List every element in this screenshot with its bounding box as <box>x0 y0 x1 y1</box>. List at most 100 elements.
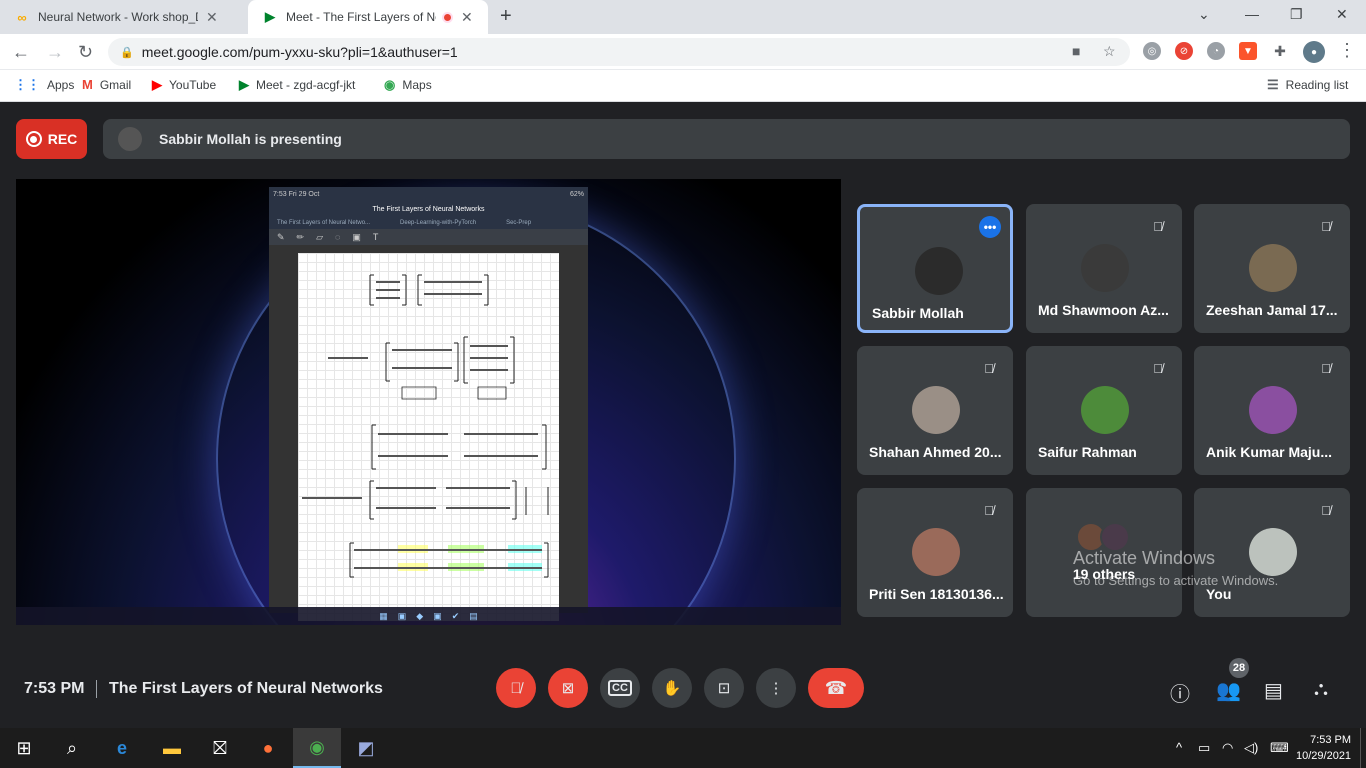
divider <box>96 680 97 698</box>
windows-taskbar: ⊞ ⌕ e ▬ ⛝ ● ◉ ◩ ^ ▭ ◠ ◁) ⌨ 7:53 PM 10/29… <box>0 728 1366 768</box>
pen-icon: ✎ <box>277 231 285 242</box>
tab-search-icon[interactable]: ⌄ <box>1198 6 1210 23</box>
file-explorer-icon[interactable]: ▬ <box>148 728 196 768</box>
back-icon[interactable]: ← <box>12 42 30 63</box>
mic-off-icon: 🎙̸ <box>984 502 994 518</box>
app-icon[interactable]: ◩ <box>342 728 390 768</box>
shared-taskbar: ▦ ▣ ◆ ▣ ✔ ▤ <box>16 607 841 625</box>
activate-windows-watermark: Activate Windows Go to Settings to activ… <box>1073 548 1279 588</box>
mic-off-icon: 🎙̸ <box>1153 360 1163 376</box>
participant-tile[interactable]: ••• Sabbir Mollah <box>857 204 1013 333</box>
taskbar-clock[interactable]: 7:53 PM 10/29/2021 <box>1296 732 1351 764</box>
text-icon: T <box>372 232 379 242</box>
app-icon: ✔ <box>451 610 460 621</box>
recording-indicator-icon <box>442 11 453 23</box>
wifi-icon[interactable]: ◠ <box>1222 740 1233 756</box>
notes-app-header: 7:53 Fri 29 Oct 62% The First Layers of … <box>269 187 588 245</box>
avatar <box>912 528 960 576</box>
avatar <box>1081 386 1129 434</box>
extension-icon[interactable]: ⊘ <box>1175 42 1193 60</box>
store-icon[interactable]: ⛝ <box>196 728 244 768</box>
globe-extension-icon[interactable]: ◎ <box>1143 42 1161 60</box>
maps-pin-icon: ◉ <box>384 77 396 92</box>
show-hidden-icons-icon[interactable]: ^ <box>1176 740 1182 755</box>
hand-icon: ✋ <box>662 680 682 697</box>
reload-icon[interactable]: ↻ <box>78 42 93 63</box>
show-desktop-button[interactable] <box>1360 728 1366 768</box>
recording-badge[interactable]: REC <box>16 119 87 159</box>
more-options-icon[interactable]: ••• <box>979 216 1001 238</box>
tab-neural-network[interactable]: ∞ Neural Network - Work shop_Day ✕ <box>0 0 248 34</box>
toolbar: ← → ↻ 🔒 meet.google.com/pum-yxxu-sku?pli… <box>0 34 1366 70</box>
mic-off-icon: 🎙̸ <box>1321 218 1331 234</box>
lasso-icon: ◌ <box>335 232 341 242</box>
camera-icon[interactable]: ■ <box>1072 43 1080 59</box>
bookmark-maps[interactable]: ◉ Maps <box>384 77 432 93</box>
meet-icon: ▶ <box>239 77 249 92</box>
bookmark-meet[interactable]: ▶ Meet - zgd-acgf-jkt <box>239 77 355 93</box>
chat-icon[interactable]: ▤ <box>1264 678 1283 703</box>
app-icon: ▣ <box>433 610 442 621</box>
hang-up-icon: ☎ <box>824 677 848 698</box>
participant-tile[interactable]: 🎙̸ Saifur Rahman <box>1026 346 1182 475</box>
bookmark-apps[interactable]: ⋮⋮ Apps <box>14 77 74 93</box>
bookmark-youtube[interactable]: ▶ YouTube <box>152 77 216 93</box>
present-button[interactable]: ⊡ <box>704 668 744 708</box>
close-tab-icon[interactable]: ✕ <box>461 9 473 26</box>
shared-screen: 7:53 Fri 29 Oct 62% The First Layers of … <box>16 179 841 625</box>
lock-icon: 🔒 <box>120 46 134 59</box>
close-window-button[interactable]: ✕ <box>1336 6 1348 23</box>
bookmark-gmail[interactable]: M Gmail <box>82 77 131 92</box>
language-icon[interactable]: ⌨ <box>1270 740 1289 756</box>
avatar <box>1081 244 1129 292</box>
battery-icon[interactable]: ▭ <box>1198 740 1210 756</box>
firefox-icon[interactable]: ● <box>244 728 292 768</box>
captions-button[interactable]: CC <box>600 668 640 708</box>
edge-icon[interactable]: e <box>98 728 146 768</box>
bookmark-star-icon[interactable]: ☆ <box>1103 43 1116 60</box>
participant-tile[interactable]: 🎙̸ Zeeshan Jamal 17... <box>1194 204 1350 333</box>
new-tab-button[interactable]: + <box>500 5 512 28</box>
people-icon[interactable]: 👥 <box>1216 678 1241 703</box>
app-icon: ◆ <box>416 610 424 621</box>
reading-list-button[interactable]: ☰ Reading list <box>1267 77 1348 93</box>
minimize-button[interactable]: — <box>1245 6 1259 22</box>
participant-tile[interactable]: 🎙̸ Priti Sen 18130136... <box>857 488 1013 617</box>
participant-tile[interactable]: 🎙̸ Anik Kumar Maju... <box>1194 346 1350 475</box>
present-screen-icon: ⊡ <box>717 680 731 697</box>
pencil-icon: ✏ <box>296 231 305 242</box>
close-tab-icon[interactable]: ✕ <box>206 9 218 26</box>
participant-tile[interactable]: 🎙̸ Md Shawmoon Az... <box>1026 204 1182 333</box>
meet-icon: ▶ <box>265 9 275 24</box>
chrome-icon[interactable]: ◉ <box>293 728 341 768</box>
camera-toggle-button[interactable]: ⊠ <box>548 668 588 708</box>
leave-call-button[interactable]: ☎ <box>808 668 864 708</box>
brave-extension-icon[interactable]: ▼ <box>1239 42 1257 60</box>
mic-off-icon: 🎙̸ <box>1153 218 1163 234</box>
avatar <box>1249 244 1297 292</box>
search-icon[interactable]: ⌕ <box>48 728 96 768</box>
more-options-button[interactable]: ⋮ <box>756 668 796 708</box>
bookmark-bar: ⋮⋮ Apps M Gmail ▶ YouTube ▶ Meet - zgd-acgf-… <box>0 70 1366 102</box>
menu-icon[interactable]: ⋮ <box>1338 40 1356 61</box>
handwriting-drawing <box>302 274 549 578</box>
puzzle-icon[interactable]: ✚ <box>1271 42 1289 60</box>
mic-toggle-button[interactable]: 🎙̸ <box>496 668 536 708</box>
avatar[interactable]: ● <box>1303 41 1325 63</box>
activities-icon[interactable]: ⛬ <box>1314 678 1328 701</box>
camera-off-icon: ⊠ <box>561 680 575 697</box>
tab-meet[interactable]: ▶ Meet - The First Layers of Ne ✕ <box>248 0 488 34</box>
extension-icon[interactable]: ◔ <box>1207 42 1225 60</box>
status-bar: 7:53 Fri 29 Oct 62% <box>273 190 584 198</box>
address-bar[interactable]: 🔒 meet.google.com/pum-yxxu-sku?pli=1&aut… <box>108 38 1130 66</box>
doc-title: The First Layers of Neural Networks <box>372 205 485 213</box>
raise-hand-button[interactable]: ✋ <box>652 668 692 708</box>
participant-tile[interactable]: 🎙̸ Shahan Ahmed 20... <box>857 346 1013 475</box>
restore-button[interactable]: ❐ <box>1290 6 1303 23</box>
volume-icon[interactable]: ◁) <box>1244 740 1258 756</box>
info-icon[interactable]: ⓘ <box>1170 678 1190 707</box>
app-icon: ▤ <box>469 610 478 621</box>
meeting-time: 7:53 PM <box>24 680 85 697</box>
forward-icon[interactable]: → <box>46 42 64 63</box>
windows-start-icon[interactable]: ⊞ <box>0 728 48 768</box>
